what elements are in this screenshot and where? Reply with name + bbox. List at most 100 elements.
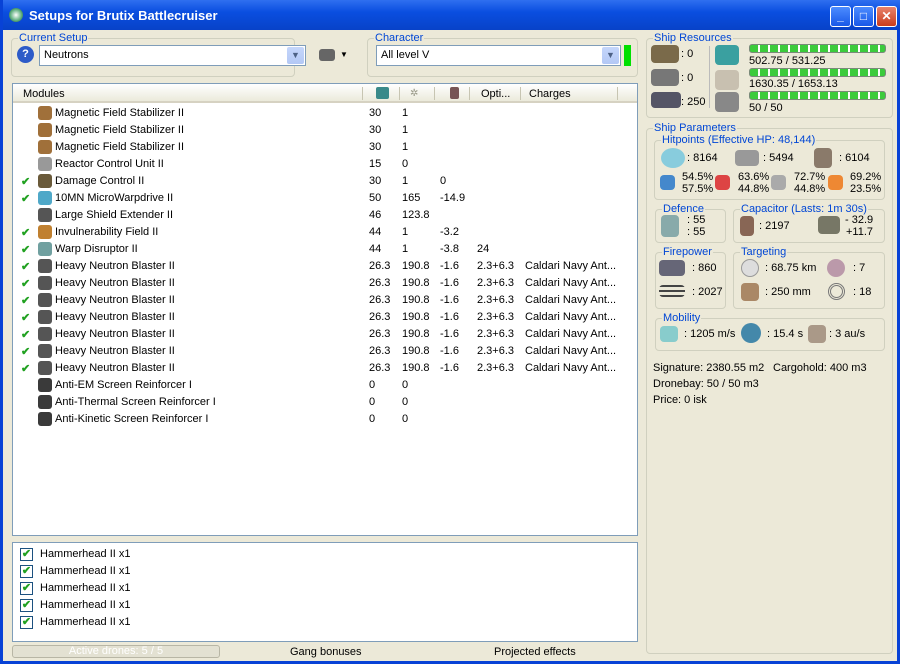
maximize-button[interactable]: □ <box>853 6 874 27</box>
explosive-armor-resist: 23.5% <box>850 183 882 195</box>
modules-header: Modules ✲ Opti... Charges <box>13 84 637 103</box>
module-row[interactable]: ✔ Heavy Neutron Blaster II 26.3 190.8 -1.6 2.… <box>13 309 637 326</box>
module-powergrid: 190.8 <box>402 328 430 340</box>
active-check-icon[interactable]: ✔ <box>21 175 30 188</box>
module-charges: Caldari Navy Ant... <box>525 294 617 306</box>
dropdown-arrow-icon[interactable]: ▼ <box>340 50 348 59</box>
em-armor-resist: 57.5% <box>682 183 714 195</box>
active-check-icon[interactable]: ✔ <box>21 294 30 307</box>
powergrid-icon[interactable]: ✲ <box>410 88 422 99</box>
drone-checkbox[interactable]: ✔ <box>20 565 33 578</box>
capacitor-icon <box>740 216 754 236</box>
drones-list[interactable]: ✔ Hammerhead II x1 ✔ Hammerhead II x1 ✔ Hamme… <box>12 542 638 642</box>
minimize-button[interactable]: _ <box>830 6 851 27</box>
module-cpu: 0 <box>369 413 376 425</box>
warp-speed: : 3 au/s <box>829 328 866 340</box>
thermal-shield-resist: 63.6% <box>738 171 770 183</box>
module-powergrid: 0 <box>402 379 409 391</box>
active-check-icon[interactable]: ✔ <box>21 328 30 341</box>
module-powergrid: 1 <box>402 243 409 255</box>
capacitor-usage: - 32.9 <box>845 214 874 226</box>
dps-value: : 860 <box>692 262 717 274</box>
module-row[interactable]: ✔ Invulnerability Field II 44 1 -3.2 <box>13 224 637 241</box>
module-row[interactable]: Anti-Thermal Screen Reinforcer I 0 0 <box>13 394 637 411</box>
module-cpu: 26.3 <box>369 294 391 306</box>
drone-checkbox[interactable]: ✔ <box>20 582 33 595</box>
col-modules[interactable]: Modules <box>23 88 65 100</box>
module-row[interactable]: ✔ Damage Control II 30 1 0 <box>13 173 637 190</box>
module-icon <box>38 225 52 239</box>
module-icon <box>38 157 52 171</box>
module-row[interactable]: ✔ Heavy Neutron Blaster II 26.3 190.8 -1.6 2.… <box>13 258 637 275</box>
module-row[interactable]: Magnetic Field Stabilizer II 30 1 <box>13 139 637 156</box>
capacitor-icon[interactable] <box>450 87 459 99</box>
close-button[interactable]: ✕ <box>876 6 897 27</box>
drone-checkbox[interactable]: ✔ <box>20 599 33 612</box>
help-icon[interactable]: ? <box>17 46 34 63</box>
module-optimal: 2.3+6.3 <box>477 311 515 323</box>
col-optimal[interactable]: Opti... <box>481 88 510 100</box>
setup-select[interactable]: Neutrons ▼ <box>39 45 306 66</box>
explosive-shield-resist: 69.2% <box>850 171 882 183</box>
module-row[interactable]: Anti-EM Screen Reinforcer I 0 0 <box>13 377 637 394</box>
module-row[interactable]: ✔ Heavy Neutron Blaster II 26.3 190.8 -1.6 2.… <box>13 292 637 309</box>
gang-bonuses-tab[interactable]: Gang bonuses <box>290 646 362 658</box>
active-check-icon[interactable]: ✔ <box>21 192 30 205</box>
col-charges[interactable]: Charges <box>529 88 571 100</box>
module-optimal: 2.3+6.3 <box>477 328 515 340</box>
drone-checkbox[interactable]: ✔ <box>20 548 33 561</box>
projected-effects-tab[interactable]: Projected effects <box>494 646 576 658</box>
max-targets: : 7 <box>853 262 866 274</box>
module-charges: Caldari Navy Ant... <box>525 345 617 357</box>
module-row[interactable]: ✔ Heavy Neutron Blaster II 26.3 190.8 -1.6 2.… <box>13 343 637 360</box>
active-check-icon[interactable]: ✔ <box>21 311 30 324</box>
module-name: Magnetic Field Stabilizer II <box>55 141 184 153</box>
character-label: Character <box>374 32 425 44</box>
module-cpu: 44 <box>369 226 382 238</box>
active-check-icon[interactable]: ✔ <box>21 277 30 290</box>
character-select[interactable]: All level V ▼ <box>376 45 621 66</box>
module-powergrid: 1 <box>402 175 409 187</box>
active-check-icon[interactable]: ✔ <box>21 226 30 239</box>
module-cpu: 0 <box>369 379 376 391</box>
capacitor-amount: : 2197 <box>759 220 790 232</box>
module-cpu: 30 <box>369 175 382 187</box>
kinetic-shield-resist: 72.7% <box>794 171 826 183</box>
targeting-label: Targeting <box>740 246 788 258</box>
module-powergrid: 0 <box>402 158 409 170</box>
module-row[interactable]: ✔ Heavy Neutron Blaster II 26.3 190.8 -1.6 2.… <box>13 360 637 377</box>
volley-value: : 2027 <box>692 286 723 298</box>
active-check-icon[interactable]: ✔ <box>21 362 30 375</box>
chevron-down-icon[interactable]: ▼ <box>602 47 619 64</box>
module-row[interactable]: Anti-Kinetic Screen Reinforcer I 0 0 <box>13 411 637 428</box>
modules-list[interactable]: Modules ✲ Opti... Charges Magnetic Field… <box>12 83 638 536</box>
module-name: 10MN MicroWarpdrive II <box>55 192 174 204</box>
chevron-down-icon[interactable]: ▼ <box>287 47 304 64</box>
module-row[interactable]: Magnetic Field Stabilizer II 30 1 <box>13 105 637 122</box>
module-icon <box>38 276 52 290</box>
module-row[interactable]: ✔ 10MN MicroWarpdrive II 50 165 -14.9 <box>13 190 637 207</box>
hitpoints-label: Hitpoints (Effective HP: 48,144) <box>661 134 817 146</box>
ship-menu-icon[interactable] <box>319 49 335 61</box>
drone-checkbox[interactable]: ✔ <box>20 616 33 629</box>
module-row[interactable]: Large Shield Extender II 46 123.8 <box>13 207 637 224</box>
module-powergrid: 190.8 <box>402 260 430 272</box>
module-row[interactable]: Reactor Control Unit II 15 0 <box>13 156 637 173</box>
cpu-icon[interactable] <box>376 87 389 99</box>
active-check-icon[interactable]: ✔ <box>21 345 30 358</box>
module-row[interactable]: ✔ Heavy Neutron Blaster II 26.3 190.8 -1.6 2.… <box>13 275 637 292</box>
powergrid-icon <box>715 70 739 90</box>
armor-icon <box>735 150 759 166</box>
price: Price: 0 isk <box>653 394 707 406</box>
turret-hardpoint-icon <box>651 45 679 63</box>
module-name: Heavy Neutron Blaster II <box>55 311 175 323</box>
active-check-icon[interactable]: ✔ <box>21 260 30 273</box>
module-optimal: 2.3+6.3 <box>477 260 515 272</box>
module-row[interactable]: ✔ Warp Disruptor II 44 1 -3.8 24 <box>13 241 637 258</box>
max-velocity: : 1205 m/s <box>684 328 736 340</box>
module-row[interactable]: ✔ Heavy Neutron Blaster II 26.3 190.8 -1.6 2.… <box>13 326 637 343</box>
module-row[interactable]: Magnetic Field Stabilizer II 30 1 <box>13 122 637 139</box>
ship-parameters-label: Ship Parameters <box>653 122 737 134</box>
shield-hp: : 8164 <box>687 152 718 164</box>
active-check-icon[interactable]: ✔ <box>21 243 30 256</box>
